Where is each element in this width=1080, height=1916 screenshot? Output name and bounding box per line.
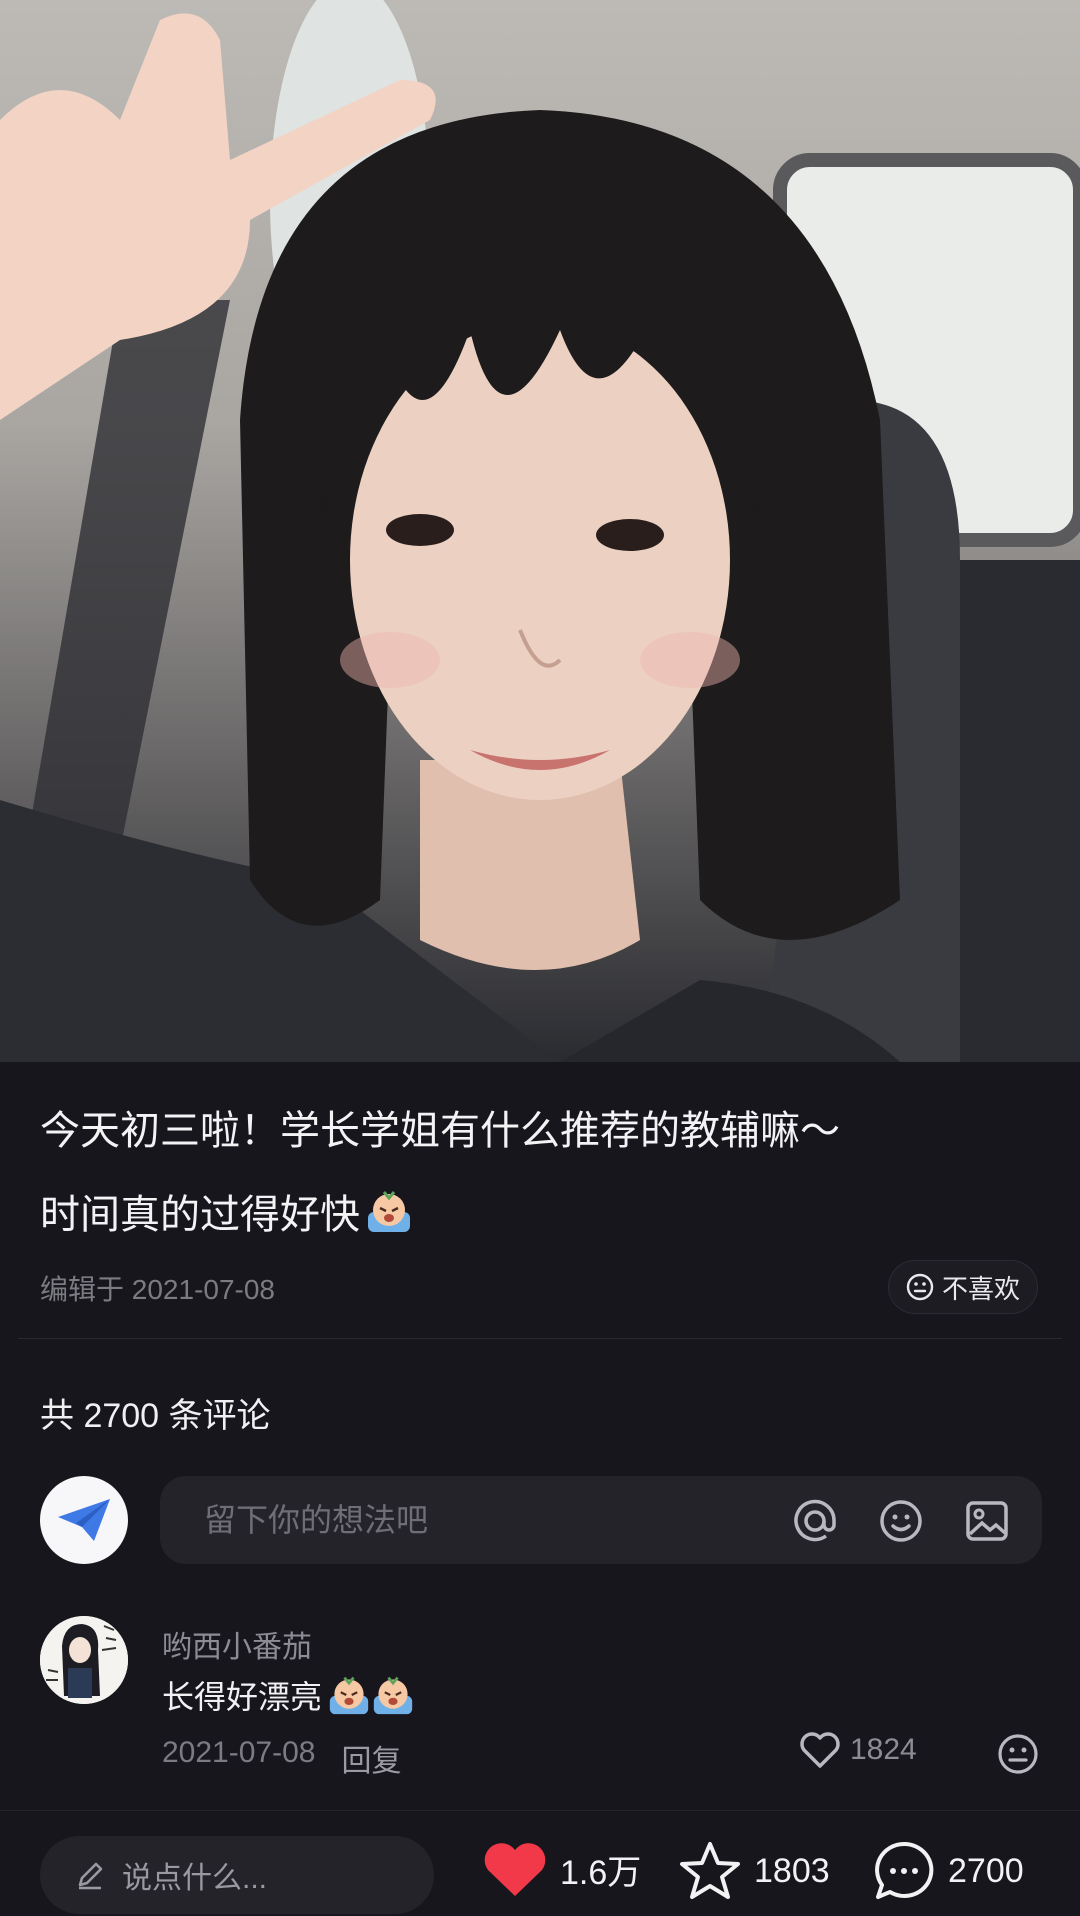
bottom-bar: 说点什么... 1.6万 1803 2700 — [0, 1810, 1080, 1916]
say-something-placeholder: 说点什么... — [122, 1862, 268, 1895]
post-title: 今天初三啦！学长学姐有什么推荐的教辅嘛～ — [40, 1109, 840, 1153]
comment-text: 长得好漂亮 — [162, 1672, 414, 1718]
comment-like-button[interactable]: 1824 — [798, 1730, 917, 1770]
neutral-face-icon — [906, 1273, 934, 1301]
comment-text-content: 长得好漂亮 — [162, 1679, 323, 1715]
comment-date: 2021-07-08 — [162, 1736, 316, 1769]
divider — [18, 1338, 1062, 1339]
at-icon[interactable] — [792, 1498, 838, 1544]
cry-emoji — [373, 1676, 413, 1715]
like-count: 1.6万 — [560, 1853, 642, 1892]
favorite-count: 1803 — [754, 1851, 830, 1890]
post-photo[interactable] — [0, 0, 1080, 1062]
comment-dislike-button[interactable] — [996, 1732, 1040, 1781]
comment-button[interactable]: 2700 — [872, 1840, 1024, 1902]
avatar[interactable] — [40, 1616, 128, 1704]
smile-icon[interactable] — [878, 1498, 924, 1544]
comment-count: 共 2700 条评论 — [40, 1397, 271, 1435]
comment-input-box[interactable] — [160, 1476, 1042, 1564]
paper-plane-icon — [58, 1499, 110, 1541]
comment-meta: 2021-07-08 回复 — [162, 1736, 401, 1780]
avatar-illustration — [40, 1616, 128, 1704]
post-edit-date: 编辑于 2021-07-08 — [40, 1274, 276, 1305]
cry-emoji — [329, 1676, 369, 1715]
heart-filled-icon — [484, 1843, 546, 1896]
like-button[interactable]: 1.6万 — [482, 1840, 641, 1898]
photo-illustration — [0, 0, 1080, 1062]
comment-like-count: 1824 — [850, 1733, 917, 1766]
post-subtitle-text: 时间真的过得好快 — [40, 1193, 360, 1237]
send-button[interactable] — [40, 1476, 128, 1564]
reply-button[interactable]: 回复 — [341, 1736, 401, 1780]
post-subtitle: 时间真的过得好快 — [40, 1182, 412, 1240]
heart-outline-icon — [800, 1732, 840, 1768]
star-icon — [680, 1842, 740, 1899]
image-icon[interactable] — [964, 1498, 1010, 1544]
pencil-icon — [78, 1862, 103, 1890]
say-something-input[interactable]: 说点什么... — [40, 1836, 434, 1914]
comment-input[interactable] — [202, 1500, 766, 1540]
favorite-button[interactable]: 1803 — [678, 1840, 830, 1902]
comment-bubble-icon — [875, 1841, 934, 1899]
comment-count-bottom: 2700 — [948, 1851, 1024, 1890]
cry-emoji — [368, 1191, 410, 1232]
neutral-face-icon — [998, 1734, 1038, 1774]
dislike-label: 不喜欢 — [941, 1273, 1020, 1304]
dislike-button[interactable]: 不喜欢 — [888, 1260, 1038, 1314]
comment-username[interactable]: 哟西小番茄 — [162, 1622, 312, 1666]
